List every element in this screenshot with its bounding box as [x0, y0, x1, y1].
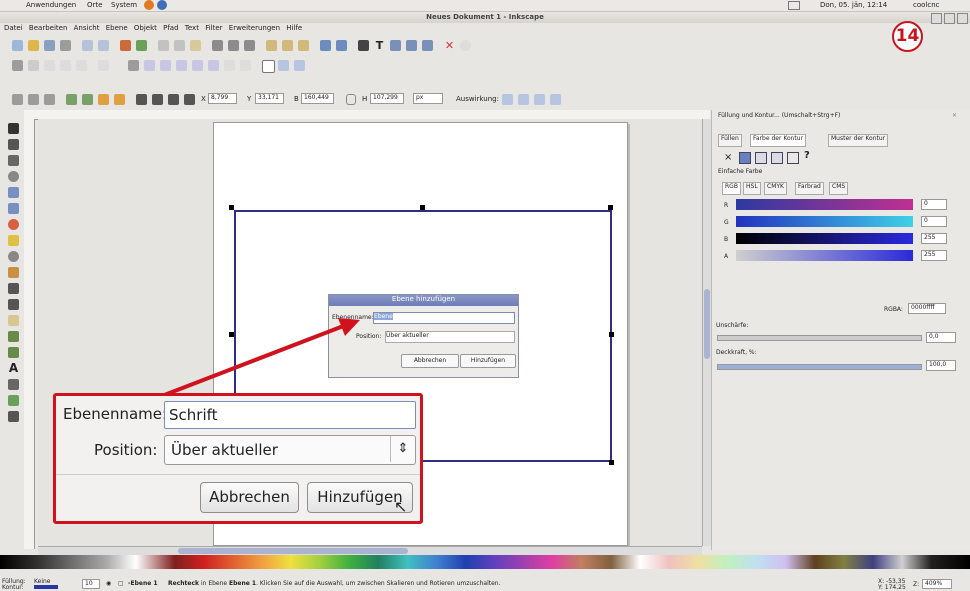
mode-farbrad[interactable]: Farbrad: [795, 182, 824, 195]
divider: [56, 474, 420, 475]
blur-label: Unschärfe:: [716, 322, 749, 329]
mode-cms[interactable]: CMS: [829, 182, 849, 195]
channel-r-label: R: [724, 202, 729, 209]
zoom-label: Z:: [913, 581, 920, 588]
rgba-input[interactable]: 0000ffff: [908, 303, 946, 314]
radial-gradient-icon[interactable]: [771, 152, 783, 164]
zoom-position-select[interactable]: Über aktueller ⇕: [164, 435, 416, 465]
cursor-y: Y: 174,25: [878, 584, 906, 591]
zoom-cancel-button[interactable]: Abbrechen: [200, 482, 299, 513]
status-bar: Füllung: Kontur: Keine 10 ◉ ▢ -Ebene 1 R…: [0, 578, 970, 591]
zoom-input[interactable]: 409%: [922, 579, 952, 589]
stroke-color-swatch[interactable]: [34, 585, 58, 589]
channel-r-input[interactable]: 0: [921, 199, 947, 210]
zoom-name-label: Ebenenname:: [63, 405, 168, 423]
channel-b-input[interactable]: 255: [921, 233, 947, 244]
rgba-label: RGBA:: [884, 306, 903, 313]
blur-slider[interactable]: [717, 335, 922, 341]
unset-paint-icon[interactable]: ?: [804, 150, 810, 161]
pattern-icon[interactable]: [787, 152, 799, 164]
mouse-cursor-icon: ↖: [394, 497, 408, 516]
stroke-width-input[interactable]: 10: [82, 579, 100, 589]
channel-g-label: G: [724, 219, 729, 226]
mode-hsl[interactable]: HSL: [743, 182, 761, 195]
fill-stroke-panel: Füllung und Kontur... (Umschalt+Strg+F) …: [711, 110, 970, 550]
channel-r-slider[interactable]: [736, 199, 913, 210]
flat-color-label: Einfache Farbe: [718, 168, 763, 175]
channel-a-input[interactable]: 255: [921, 250, 947, 261]
visibility-icon[interactable]: ◉: [106, 580, 111, 587]
stroke-indicator-label: Kontur:: [2, 584, 24, 591]
opacity-label: Deckkraft, %:: [716, 349, 757, 356]
zoom-position-label: Position:: [94, 441, 158, 459]
chevron-updown-icon: ⇕: [390, 436, 415, 462]
channel-a-label: A: [724, 253, 729, 260]
opacity-input[interactable]: 100,0: [926, 360, 956, 371]
linear-gradient-icon[interactable]: [755, 152, 767, 164]
channel-a-slider[interactable]: [736, 250, 913, 261]
channel-b-slider[interactable]: [736, 233, 913, 244]
tab-stroke-style[interactable]: Muster der Kontur: [828, 134, 889, 147]
tab-fill[interactable]: Füllen: [718, 134, 742, 147]
mode-cmyk[interactable]: CMYK: [764, 182, 787, 195]
fill-value[interactable]: Keine: [34, 578, 51, 585]
lock-layer-icon[interactable]: ▢: [118, 580, 124, 587]
zoom-name-input[interactable]: Schrift: [164, 401, 416, 429]
opacity-slider[interactable]: [717, 364, 922, 370]
zoomed-dialog-callout: Ebenenname: Schrift Position: Über aktue…: [53, 393, 423, 524]
status-message: Rechteck in Ebene Ebene 1. Klicken Sie a…: [168, 580, 501, 587]
flat-color-icon[interactable]: [739, 152, 751, 164]
channel-b-label: B: [724, 236, 729, 243]
color-palette[interactable]: [0, 555, 970, 569]
channel-g-slider[interactable]: [736, 216, 913, 227]
current-layer[interactable]: -Ebene 1: [128, 580, 158, 587]
panel-title: Füllung und Kontur... (Umschalt+Strg+F): [718, 112, 841, 119]
channel-g-input[interactable]: 0: [921, 216, 947, 227]
blur-input[interactable]: 0,0: [926, 332, 956, 343]
panel-close-icon[interactable]: ✕: [952, 112, 957, 119]
mode-rgb[interactable]: RGB: [722, 182, 741, 195]
no-paint-icon[interactable]: ×: [724, 152, 732, 163]
tab-stroke-paint[interactable]: Farbe der Kontur: [750, 134, 807, 147]
